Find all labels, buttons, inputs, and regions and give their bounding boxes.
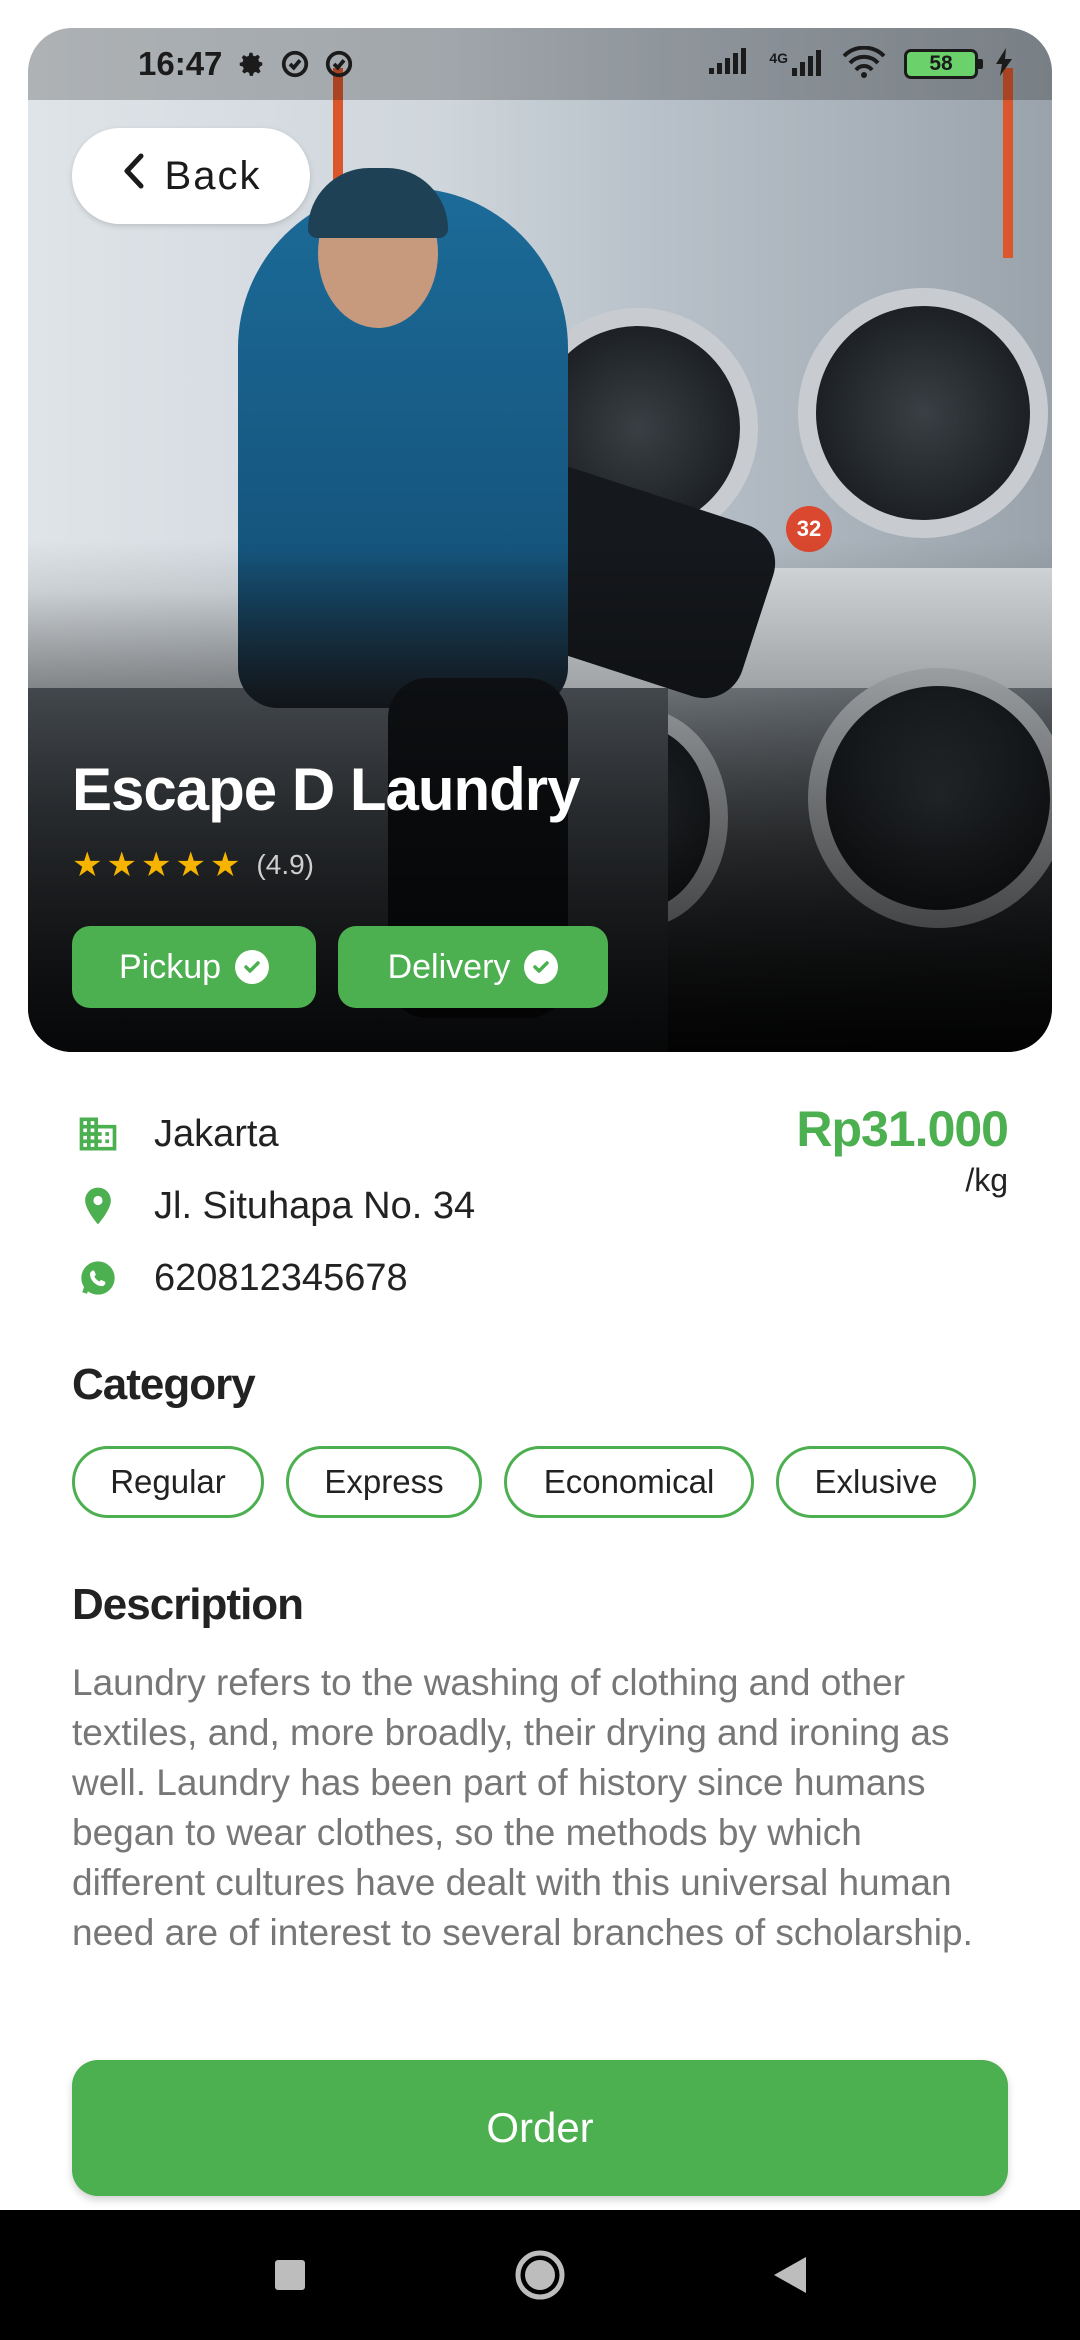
star-icon: ★ (106, 846, 137, 884)
phone-text[interactable]: 620812345678 (154, 1257, 408, 1300)
chevron-left-icon (121, 152, 147, 200)
price: Rp31.000 (796, 1101, 1009, 1157)
price-unit: /kg (965, 1162, 1008, 1198)
battery-icon: 58 (904, 49, 983, 79)
check-icon (524, 950, 559, 984)
phone-row: 620812345678 (72, 1252, 408, 1304)
category-chip-express[interactable]: Express (286, 1446, 482, 1518)
location-pin-icon (72, 1180, 124, 1232)
order-button[interactable]: Order (72, 2060, 1008, 2196)
navigation-bar (0, 2210, 1080, 2340)
category-chip-economical[interactable]: Economical (504, 1446, 754, 1518)
home-icon[interactable] (505, 2240, 575, 2310)
laundry-name: Escape D Laundry (72, 756, 581, 823)
recents-icon[interactable] (255, 2240, 325, 2310)
category-chip-regular[interactable]: Regular (72, 1446, 264, 1518)
address-row: Jl. Situhapa No. 34 (72, 1180, 475, 1232)
wifi-icon (842, 45, 886, 83)
rating-value: (4.9) (256, 849, 314, 880)
back-button[interactable]: Back (72, 128, 310, 224)
status-bar: 16:47 4G 58 (28, 28, 1052, 100)
category-chip-exclusive[interactable]: Exlusive (776, 1446, 976, 1518)
signal-4g-icon: 4G (769, 50, 824, 78)
gear-icon (236, 49, 266, 79)
star-icon: ★ (140, 846, 172, 884)
sync-icon (280, 49, 310, 79)
charging-icon (996, 47, 1012, 81)
pickup-label: Pickup (118, 947, 222, 986)
category-title: Category (72, 1360, 256, 1409)
status-time: 16:47 (138, 45, 223, 82)
whatsapp-icon (72, 1252, 124, 1304)
rating: ★ ★ ★ ★ ★ (4.9) (72, 848, 314, 882)
back-triangle-icon[interactable] (755, 2240, 825, 2310)
address-text: Jl. Situhapa No. 34 (154, 1184, 476, 1227)
pickup-badge: Pickup (72, 926, 316, 1008)
description-text: Laundry refers to the washing of clothin… (72, 1662, 973, 1953)
star-icon: ★ (175, 846, 206, 884)
delivery-badge: Delivery (338, 926, 608, 1008)
delivery-label: Delivery (387, 947, 511, 986)
description-title: Description (72, 1580, 304, 1629)
star-icon: ★ (209, 846, 241, 884)
building-icon (72, 1108, 124, 1160)
back-label: Back (164, 153, 262, 198)
star-icon: ★ (72, 846, 103, 884)
city-row: Jakarta (72, 1108, 279, 1160)
city-text: Jakarta (154, 1112, 279, 1155)
sync-icon (324, 49, 354, 79)
check-icon (235, 950, 270, 984)
signal-icon (707, 47, 751, 81)
